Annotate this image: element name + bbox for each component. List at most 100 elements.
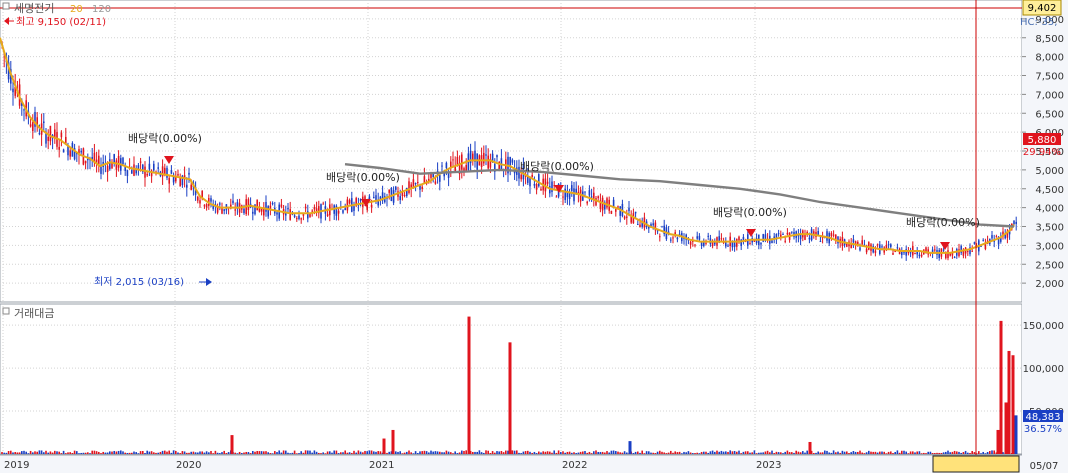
volume-bar: [225, 453, 228, 454]
volume-bar: [432, 451, 434, 454]
low-label: 최저 2,015 (03/16): [94, 276, 184, 288]
candle-body: [315, 208, 318, 211]
volume-bar: [483, 452, 485, 454]
candle-body: [555, 196, 558, 198]
candle-body: [29, 124, 32, 127]
volume-bar: [762, 452, 764, 454]
volume-bar: [399, 451, 401, 454]
volume-bar: [797, 451, 800, 454]
volume-bar: [747, 451, 749, 454]
volume-bar: [445, 450, 448, 454]
volume-bar: [188, 452, 190, 454]
volume-bar: [639, 452, 641, 454]
volume-bar: [223, 450, 225, 454]
volume-bar: [135, 452, 137, 454]
volume-bar: [260, 451, 263, 454]
volume-bar: [555, 452, 558, 454]
volume-bar: [351, 452, 353, 454]
volume-bar: [331, 452, 333, 454]
volume-bar: [722, 451, 725, 454]
candle-body: [115, 160, 118, 170]
candle-body: [485, 154, 487, 156]
volume-bar: [375, 451, 377, 454]
candle-body: [84, 160, 87, 164]
volume-bar: [685, 452, 687, 454]
volume-bar: [111, 451, 113, 454]
volume-bar: [993, 450, 995, 454]
candle-body: [868, 242, 870, 250]
candle-body: [760, 242, 762, 245]
volume-bar: [964, 450, 967, 454]
volume-bar: [780, 452, 782, 454]
candle-body: [252, 211, 254, 214]
panel-collapse-icon[interactable]: [2, 307, 10, 315]
volume-bar: [47, 452, 49, 454]
high-annotation: 최고 9,150 (02/11): [4, 16, 106, 28]
volume-bar: [12, 452, 14, 454]
candle-body: [80, 150, 82, 153]
volume-bar: [109, 451, 111, 454]
volume-bar: [401, 453, 404, 454]
candle-body: [313, 207, 316, 210]
volume-bar: [676, 452, 679, 454]
volume-bar: [133, 451, 135, 454]
candle-body: [892, 253, 894, 255]
volume-bar: [896, 450, 899, 454]
volume-bar: [234, 452, 236, 454]
volume-spike: [230, 435, 234, 454]
candle-body: [942, 249, 945, 251]
candle-body: [186, 184, 188, 188]
volume-bar: [318, 452, 320, 454]
volume-bar: [850, 452, 852, 454]
candle-body: [177, 174, 179, 176]
volume-bar: [729, 450, 731, 454]
volume-bar: [254, 451, 256, 454]
volume-bar: [696, 452, 698, 454]
volume-bar: [137, 453, 140, 454]
candle-body: [439, 175, 441, 182]
volume-bar: [934, 453, 936, 454]
volume-bar: [621, 452, 624, 454]
volume-bar: [144, 453, 146, 454]
panel-collapse-icon[interactable]: [2, 2, 10, 10]
candle-body: [672, 237, 674, 239]
volume-bar: [705, 451, 707, 454]
volume-bar: [898, 452, 901, 454]
volume-bar: [276, 452, 278, 454]
candle-body: [276, 212, 278, 215]
candle-body: [47, 136, 49, 141]
candle-body: [786, 232, 789, 235]
candle-body: [487, 155, 489, 169]
volume-bar: [265, 451, 267, 454]
volume-bar: [153, 452, 155, 454]
candle-body: [113, 154, 115, 163]
volume-bar: [216, 452, 219, 454]
volume-bar: [520, 453, 522, 454]
candle-body: [168, 178, 170, 184]
volume-bar: [560, 452, 562, 454]
candle-body: [573, 188, 575, 202]
candle-body: [874, 250, 877, 253]
volume-bar: [727, 451, 729, 454]
volume-bar: [313, 450, 316, 454]
volume-bar: [590, 453, 593, 454]
candle-body: [203, 205, 206, 207]
volume-bar: [494, 452, 496, 454]
candle-body: [896, 247, 899, 249]
volume-bar: [799, 452, 802, 454]
candle-body: [700, 242, 703, 247]
volume-bar: [782, 453, 784, 454]
volume-bar: [302, 452, 305, 454]
volume-bar: [478, 450, 481, 454]
volume-bar: [945, 451, 947, 454]
candle-body: [353, 206, 355, 211]
volume-bar: [832, 450, 835, 454]
candle-body: [973, 242, 976, 244]
volume-bar: [654, 453, 657, 454]
stock-chart[interactable]: 9,0008,5008,0007,5007,0006,5006,0005,500…: [0, 0, 1068, 473]
volume-bar: [62, 450, 65, 454]
volume-bar: [562, 451, 564, 454]
volume-bar: [87, 452, 89, 454]
volume-bar: [846, 451, 848, 454]
dividend-label: 배당락(0.00%): [713, 206, 787, 219]
